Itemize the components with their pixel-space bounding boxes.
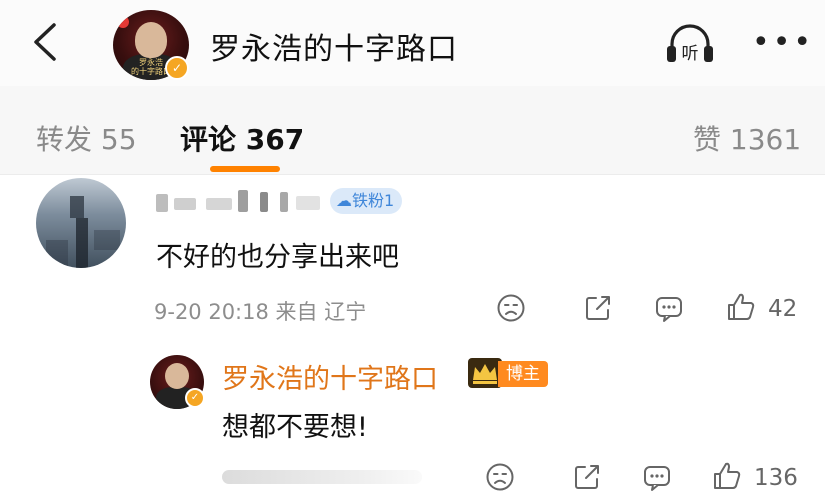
commenter-avatar-blurred[interactable] — [36, 178, 126, 268]
fan-level-badge: ☁铁粉1 — [330, 188, 403, 214]
back-arrow-icon[interactable] — [28, 22, 62, 62]
comment-text: 不好的也分享出来吧 — [156, 242, 399, 273]
dislike-face-icon[interactable] — [485, 462, 515, 492]
avatar-face — [165, 363, 189, 389]
reply-comment-icon[interactable] — [654, 293, 684, 323]
avatar-face — [135, 22, 167, 58]
avatar-logo-dot — [117, 16, 129, 28]
like-thumb-icon[interactable] — [726, 292, 756, 322]
listen-label: 听 — [682, 44, 699, 64]
crown-icon — [468, 358, 502, 388]
share-icon[interactable] — [583, 293, 613, 323]
like-count: 42 — [768, 296, 798, 322]
verified-badge-icon: ✓ — [185, 388, 205, 408]
tab-comments[interactable]: 评论 367 — [180, 118, 304, 158]
headphones-listen-icon[interactable]: 听 — [664, 22, 716, 66]
tab-likes[interactable]: 赞 1361 — [693, 118, 801, 158]
page-title[interactable]: 罗永浩的十字路口 — [210, 24, 458, 68]
like-thumb-icon[interactable] — [712, 461, 742, 491]
verified-badge-icon: ✓ — [165, 56, 189, 80]
reply-meta-blurred — [222, 470, 422, 484]
reply-comment-icon[interactable] — [642, 462, 672, 492]
fan-icon: ☁ — [336, 191, 352, 210]
dislike-face-icon[interactable] — [496, 293, 526, 323]
fan-badge-label: 铁粉1 — [352, 191, 395, 210]
active-tab-indicator — [210, 166, 280, 172]
reply-author-name[interactable]: 罗永浩的十字路口 — [222, 357, 438, 396]
share-icon[interactable] — [572, 462, 602, 492]
commenter-name-pixelated[interactable] — [156, 190, 326, 214]
more-options-icon[interactable]: ••• — [752, 28, 814, 58]
comment-meta: 9-20 20:18 来自 辽宁 — [154, 300, 367, 324]
like-count: 136 — [754, 465, 798, 491]
reply-text: 想都不要想! — [222, 412, 368, 443]
tab-repost[interactable]: 转发 55 — [36, 118, 137, 158]
blogger-badge: 博主 — [498, 361, 548, 387]
divider — [0, 174, 825, 175]
